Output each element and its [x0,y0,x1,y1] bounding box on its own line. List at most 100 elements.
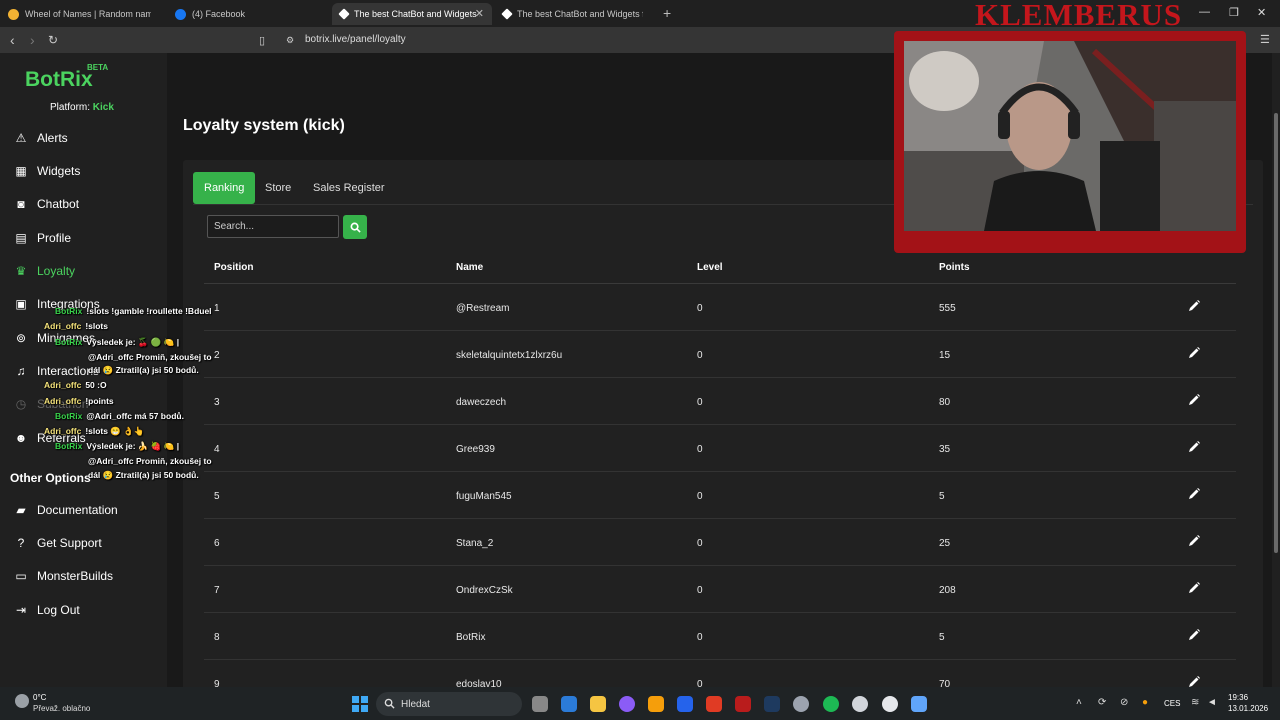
app-icon[interactable] [852,696,868,712]
cell-points: 15 [939,350,951,361]
chat-text: Výsledek je: 🍒 🟢 🍋 | [86,337,180,347]
botrix-logo[interactable]: BotRix [25,68,93,92]
browser-tab[interactable]: The best ChatBot and Widgets for Kick [495,3,655,25]
windows-start-icon[interactable] [352,696,368,712]
table-row: 2 skeletalquintetx1zlxrz6u 0 15 [204,331,1236,378]
chat-text: 50 :O [85,380,107,390]
sidebar-item-loyalty[interactable]: ♛ Loyalty [14,260,75,282]
robot-icon: ◙ [17,197,25,211]
column-header-position[interactable]: Position [214,262,253,273]
edit-pencil-icon[interactable] [1187,440,1201,454]
forward-icon[interactable]: › [30,32,35,48]
tray-overflow-icon[interactable]: ˄ [1076,697,1082,708]
column-header-name[interactable]: Name [456,262,483,273]
task-view-icon[interactable] [532,696,548,712]
edit-pencil-icon[interactable] [1187,487,1201,501]
edit-pencil-icon[interactable] [1187,299,1201,313]
cell-name: Gree939 [456,444,495,455]
tab-ranking[interactable]: Ranking [193,172,256,204]
sidebar-item-get-support[interactable]: ? Get Support [14,532,102,554]
new-tab-button[interactable]: + [663,5,671,21]
cell-points: 208 [939,585,956,596]
tray-sync-icon[interactable]: ⟳ [1098,697,1106,708]
sidebar-item-interactions[interactable]: ♫ Interactions [14,360,100,382]
chat-text: !points [85,396,114,406]
plug-icon: ▣ [15,297,27,311]
tab-title: Wheel of Names | Random name picker [25,9,151,19]
sidebar-item-documentation[interactable]: ▰ Documentation [14,499,117,521]
table-row: 5 fuguMan545 0 5 [204,472,1236,519]
sidebar-item-profile[interactable]: ▤ Profile [14,227,71,249]
column-header-level[interactable]: Level [697,262,723,273]
zoom-icon[interactable] [677,696,693,712]
app-icon[interactable] [619,696,635,712]
volume-icon[interactable]: ◄ [1207,697,1217,708]
tab-title: The best ChatBot and Widgets for Kick [517,9,643,19]
sidebar-item-monsterbuilds[interactable]: ▭ MonsterBuilds [14,565,113,587]
media-player-icon[interactable] [882,696,898,712]
chat-message: Adri_offc !points [44,396,114,406]
menu-icon[interactable]: ☰ [1260,33,1270,46]
weather-cloud-icon[interactable] [15,694,29,708]
weather-temperature[interactable]: 0°C [33,693,46,702]
browser-tab[interactable]: (4) Facebook [167,3,332,25]
chat-text: Výsledek je: 🍌 🍓 🍋 | [86,441,180,451]
music-icon: ♫ [16,364,26,378]
taskbar-search[interactable]: Hledat [376,692,522,716]
column-header-points[interactable]: Points [939,262,970,273]
tab-store[interactable]: Store [254,172,302,204]
cell-level: 0 [697,632,703,643]
brave-browser-icon[interactable] [706,696,722,712]
edit-pencil-icon[interactable] [1187,534,1201,548]
edit-pencil-icon[interactable] [1187,346,1201,360]
tray-app-icon[interactable]: ⊘ [1120,697,1128,708]
steam-icon[interactable] [764,696,780,712]
wifi-icon[interactable]: ≋ [1191,697,1199,708]
edit-pencil-icon[interactable] [1187,581,1201,595]
app-icon[interactable] [911,696,927,712]
address-bar[interactable]: botrix.live/panel/loyalty [305,34,406,45]
page-scrollbar[interactable] [1272,53,1280,687]
close-window-icon[interactable]: ✕ [1257,6,1266,19]
clock-time[interactable]: 19:36 [1228,693,1248,702]
scrollbar-thumb[interactable] [1274,113,1278,553]
sidebar-item-logout[interactable]: ⇥ Log Out [14,599,80,621]
file-explorer-icon[interactable] [590,696,606,712]
search-input[interactable] [207,215,339,238]
sidebar-item-chatbot[interactable]: ◙ Chatbot [14,193,79,215]
maximize-icon[interactable]: ❐ [1229,6,1239,19]
chat-message: BotRix @Adri_offc má 57 bodů. [55,411,184,421]
minimize-icon[interactable]: — [1199,6,1210,18]
chat-username: Adri_offc [44,396,82,406]
sidebar-item-alerts[interactable]: ⚠ Alerts [14,127,68,149]
input-language[interactable]: CES [1164,699,1180,708]
app-icon[interactable] [793,696,809,712]
tab-sales-register[interactable]: Sales Register [302,172,396,204]
search-button[interactable] [343,215,367,239]
app-icon[interactable] [735,696,751,712]
site-info-icon[interactable]: ⚙ [286,35,294,46]
back-icon[interactable]: ‹ [10,32,15,48]
browser-tab[interactable]: Wheel of Names | Random name picker [0,3,165,25]
chat-username: Adri_offc [44,321,82,331]
grid-icon: ▦ [15,164,27,178]
app-icon[interactable] [561,696,577,712]
book-icon: ▰ [16,503,26,517]
app-icon[interactable] [648,696,664,712]
edit-pencil-icon[interactable] [1187,393,1201,407]
table-row: 4 Gree939 0 35 [204,425,1236,472]
close-tab-icon[interactable]: ✕ [475,7,484,20]
browser-tab-active[interactable]: The best ChatBot and Widgets for Kick ✕ [332,3,492,25]
monitor-icon: ▭ [15,569,27,583]
bookmark-icon[interactable]: ▯ [259,34,265,47]
microphone-icon[interactable]: ● [1142,697,1148,708]
reload-icon[interactable]: ↻ [48,33,58,47]
edit-pencil-icon[interactable] [1187,628,1201,642]
spotify-icon[interactable] [823,696,839,712]
clock-date[interactable]: 13.01.2026 [1228,704,1268,713]
cell-position: 7 [214,585,220,596]
weather-description[interactable]: Převaž. oblačno [33,704,90,713]
sidebar-item-widgets[interactable]: ▦ Widgets [14,160,80,182]
chat-text: @Adri_offc Promiň, zkoušej to [88,352,212,362]
chat-message: BotRix Výsledek je: 🍒 🟢 🍋 | [55,337,179,348]
